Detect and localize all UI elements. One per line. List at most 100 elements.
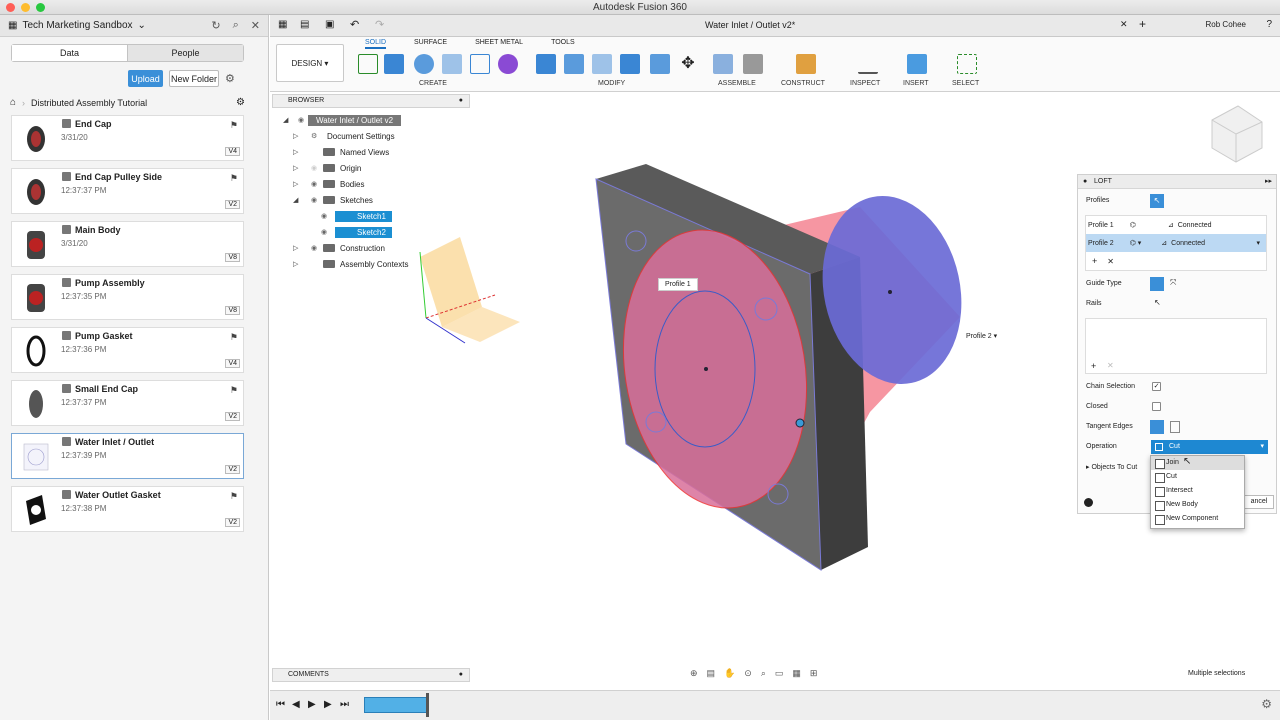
option-join[interactable]: Join (1151, 456, 1244, 470)
fit-icon[interactable]: ⌕ (761, 668, 766, 679)
option-new-component[interactable]: New Component (1151, 512, 1244, 526)
list-item[interactable]: Water Inlet / Outlet 12:37:39 PM V2 (11, 433, 244, 479)
remove-icon[interactable]: ✕ (1107, 361, 1114, 370)
save-icon[interactable]: ▣ (325, 19, 334, 30)
settings-icon[interactable]: ⚙ (1261, 697, 1272, 711)
revolve-icon[interactable] (414, 54, 434, 74)
fillet-icon[interactable] (564, 54, 584, 74)
look-at-icon[interactable]: ▤ (707, 668, 716, 679)
insert-menu[interactable]: INSERT (903, 80, 929, 87)
comments-header[interactable]: COMMENTS ● (272, 668, 470, 682)
play-icon[interactable]: ▶ (308, 699, 316, 710)
window-controls[interactable] (6, 3, 45, 12)
redo-icon[interactable]: ↷ (375, 18, 384, 31)
list-item[interactable]: Main Body 3/31/20 V8 (11, 221, 244, 267)
version-badge[interactable]: V8 (225, 306, 240, 315)
new-folder-button[interactable]: New Folder (169, 70, 219, 87)
operation-select[interactable]: Cut ▾ (1151, 440, 1268, 454)
grid-settings-icon[interactable]: ▦ (792, 668, 801, 679)
option-intersect[interactable]: Intersect (1151, 484, 1244, 498)
help-icon[interactable]: ? (1266, 19, 1272, 30)
close-icon[interactable]: ✕ (251, 19, 260, 32)
collapse-icon[interactable]: ● (1083, 175, 1087, 189)
manipulator-point[interactable] (795, 418, 805, 428)
version-badge[interactable]: V2 (225, 465, 240, 474)
version-badge[interactable]: V2 (225, 412, 240, 421)
sketch-icon[interactable] (358, 54, 378, 74)
remove-icon[interactable]: ✕ (1107, 257, 1114, 266)
go-to-start-icon[interactable]: ⏮ (276, 699, 285, 710)
pin-icon[interactable]: ● (459, 669, 463, 681)
tab-people[interactable]: People (128, 45, 243, 61)
view-cube[interactable] (1211, 105, 1263, 163)
version-badge[interactable]: V2 (225, 200, 240, 209)
rails-select-icon[interactable]: ↖ (1154, 298, 1161, 307)
chevron-down-icon[interactable]: ▾ (1256, 239, 1260, 247)
list-item[interactable]: Pump Gasket 12:37:36 PM ⚑ V4 (11, 327, 244, 373)
construct-menu[interactable]: CONSTRUCT (781, 80, 825, 87)
tab-solid[interactable]: SOLID (365, 39, 387, 49)
new-component-icon[interactable] (713, 54, 733, 74)
list-item[interactable]: Small End Cap 12:37:37 PM ⚑ V2 (11, 380, 244, 426)
inspect-menu[interactable]: INSPECT (850, 80, 880, 87)
tab-tools[interactable]: TOOLS (551, 39, 575, 49)
select-icon[interactable] (957, 54, 977, 74)
search-icon[interactable]: ⌕ (233, 19, 239, 32)
combine-icon[interactable] (620, 54, 640, 74)
split-icon[interactable] (650, 54, 670, 74)
objects-to-cut-label[interactable]: ▸ Objects To Cut (1086, 463, 1137, 471)
pattern-icon[interactable] (470, 54, 490, 74)
settings-icon[interactable]: ⚙ (236, 97, 245, 108)
refresh-icon[interactable]: ↻ (211, 19, 220, 32)
new-tab-icon[interactable]: + (1139, 17, 1146, 31)
move-icon[interactable]: ✥ (678, 54, 698, 74)
tangent-keep-button[interactable] (1170, 421, 1180, 433)
tab-sheet-metal[interactable]: SHEET METAL (475, 39, 523, 49)
zoom-icon[interactable]: ⊙ (744, 668, 752, 679)
list-item[interactable]: End Cap 3/31/20 ⚑ V4 (11, 115, 244, 161)
list-item[interactable]: Pump Assembly 12:37:35 PM V8 (11, 274, 244, 320)
timeline-features[interactable] (364, 697, 428, 713)
loft-header[interactable]: ● LOFT ▸▸ (1078, 175, 1276, 189)
measure-icon[interactable] (858, 54, 878, 74)
orbit-icon[interactable]: ⊕ (690, 668, 698, 679)
closed-checkbox[interactable] (1152, 402, 1161, 411)
plane-icon[interactable] (796, 54, 816, 74)
tangent-merge-button[interactable] (1150, 420, 1164, 434)
extrude-icon[interactable] (384, 54, 404, 74)
data-people-toggle[interactable]: Data People (11, 44, 244, 62)
add-icon[interactable]: + (1092, 256, 1097, 266)
version-badge[interactable]: V4 (225, 359, 240, 368)
create-menu[interactable]: CREATE (419, 80, 447, 87)
assemble-menu[interactable]: ASSEMBLE (718, 80, 756, 87)
display-settings-icon[interactable]: ▭ (775, 668, 784, 679)
step-back-icon[interactable]: ◀ (292, 699, 300, 710)
profile-1-label[interactable]: Profile 1 (658, 278, 698, 291)
version-badge[interactable]: V2 (225, 518, 240, 527)
project-selector[interactable]: ▦ Tech Marketing Sandbox ⌄ (8, 20, 146, 31)
joint-icon[interactable] (743, 54, 763, 74)
list-item[interactable]: End Cap Pulley Side 12:37:37 PM ⚑ V2 (11, 168, 244, 214)
insert-image-icon[interactable] (907, 54, 927, 74)
info-icon[interactable] (1084, 498, 1093, 507)
add-icon[interactable]: + (1091, 361, 1096, 371)
viewports-icon[interactable]: ⊞ (810, 668, 818, 679)
press-pull-icon[interactable] (536, 54, 556, 74)
profile-2-label[interactable]: Profile 2 ▾ (962, 330, 1002, 342)
centerline-button[interactable]: ⤧ (1170, 278, 1176, 288)
profile-select-button[interactable]: ↖ (1150, 194, 1164, 208)
table-row[interactable]: Profile 2 ⌬ ▾ ⊿ Connected ▾ (1086, 234, 1266, 252)
undo-icon[interactable]: ↶ (350, 18, 359, 31)
close-tab-icon[interactable]: ✕ (1120, 19, 1128, 30)
workspace-switcher[interactable]: DESIGN ▾ (276, 44, 344, 82)
form-icon[interactable] (498, 54, 518, 74)
home-icon[interactable]: ⌂ (10, 97, 16, 108)
go-to-end-icon[interactable]: ⏭ (340, 699, 349, 710)
table-row[interactable]: Profile 1 ⌬ ⊿ Connected (1086, 216, 1266, 234)
upload-button[interactable]: Upload (128, 70, 163, 87)
version-badge[interactable]: V8 (225, 253, 240, 262)
pan-icon[interactable]: ✋ (724, 668, 735, 679)
chain-selection-checkbox[interactable]: ✓ (1152, 382, 1161, 391)
step-forward-icon[interactable]: ▶ (324, 699, 332, 710)
guide-rails-button[interactable] (1150, 277, 1164, 291)
